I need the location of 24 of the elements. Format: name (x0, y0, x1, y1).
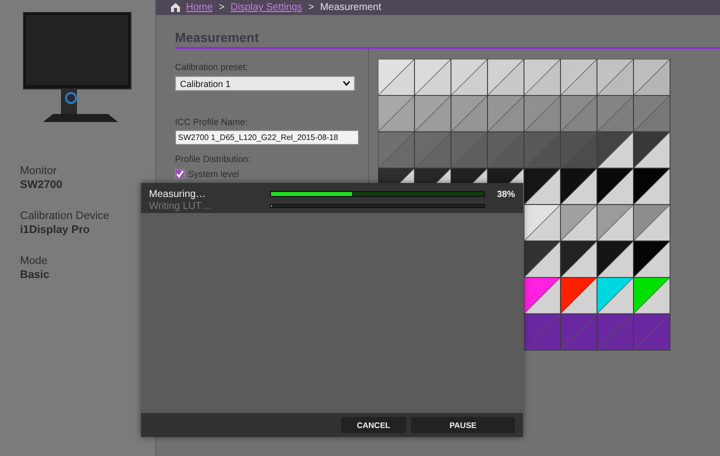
info-label: Monitor (20, 165, 57, 178)
progress-label: Writing LUT… (149, 200, 213, 212)
progress-label: Measuring… (149, 188, 207, 200)
info-value: Basic (20, 268, 50, 282)
preset-dropdown[interactable]: Calibration 1 (175, 76, 355, 91)
field-label: Calibration preset: (175, 62, 248, 73)
field-label: ICC Profile Name: (175, 117, 248, 128)
info-value: i1Display Pro (20, 223, 90, 237)
breadcrumb-separator: > (218, 2, 225, 13)
info-label: Calibration Device (20, 210, 110, 223)
info-label: Mode (20, 255, 48, 268)
breadcrumb-separator: > (308, 2, 314, 13)
dialog-button[interactable]: PAUSE (411, 417, 515, 433)
section-title: Measurement (175, 31, 720, 49)
checkbox[interactable] (175, 169, 185, 179)
info-value: SW2700 (20, 178, 62, 192)
icc-profile-input[interactable]: SW2700 1_D65_L120_G22_Rel_2015-08-18 (175, 130, 359, 145)
chevron-icon (343, 81, 350, 86)
progress-percent: 38% (496, 189, 515, 199)
breadcrumb-current: Measurement (320, 2, 382, 13)
dialog-button[interactable]: CANCEL (341, 417, 406, 433)
home-icon (171, 3, 180, 12)
field-label: Profile Distribution: (175, 154, 251, 165)
checkbox-label: System level (188, 169, 240, 179)
